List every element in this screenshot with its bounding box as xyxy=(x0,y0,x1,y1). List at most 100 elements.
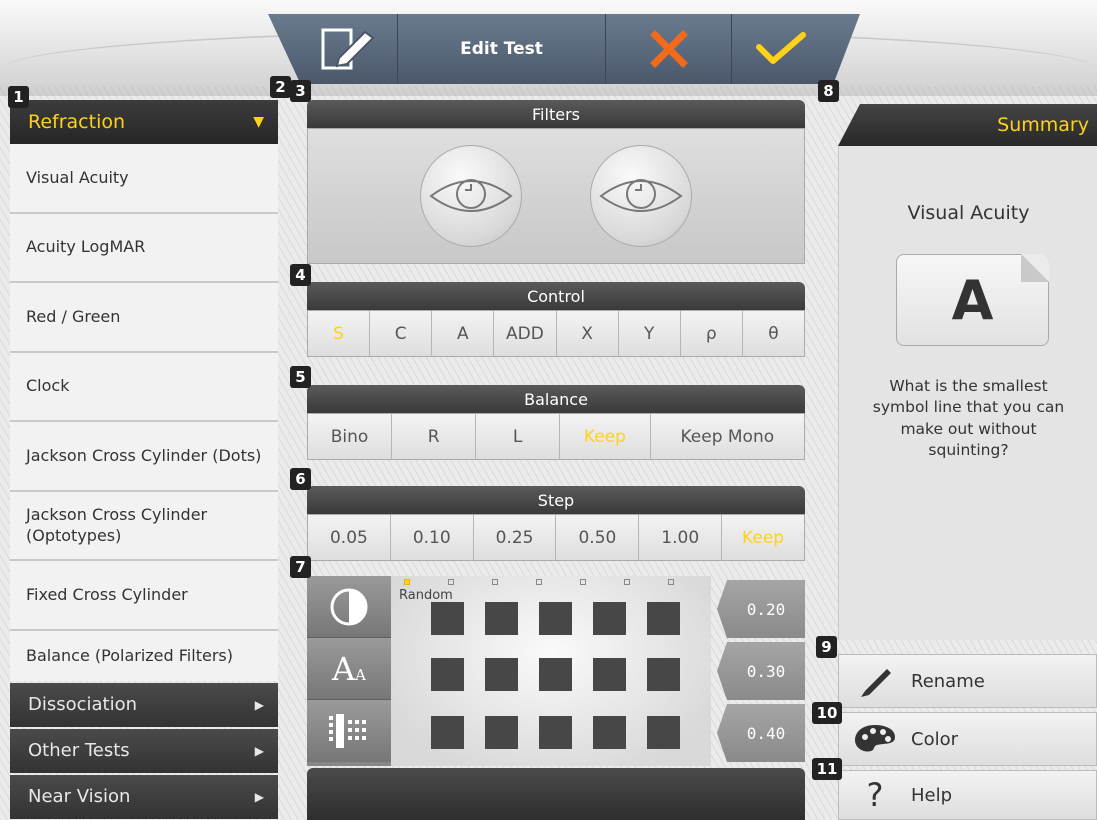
color-label: Color xyxy=(911,728,958,750)
close-x-icon xyxy=(649,30,688,68)
menu-item-acuity-logmar[interactable]: Acuity LogMAR xyxy=(10,213,278,283)
step-keep-button[interactable]: Keep xyxy=(722,515,804,560)
balance-button-row: Bino R L Keep Keep Mono xyxy=(307,413,805,460)
control-theta-button[interactable]: θ xyxy=(742,311,804,356)
page-fold-icon xyxy=(1021,254,1049,282)
control-x-button[interactable]: X xyxy=(556,311,619,356)
cancel-button[interactable] xyxy=(606,14,732,84)
page-dot[interactable] xyxy=(404,579,410,585)
badge-11: 11 xyxy=(812,758,842,780)
page-dot[interactable] xyxy=(536,579,542,585)
summary-symbol: A xyxy=(951,268,994,332)
random-label: Random xyxy=(399,588,453,603)
triangle-down-icon: ▼ xyxy=(253,114,264,130)
control-s-button[interactable]: S xyxy=(308,311,371,356)
help-label: Help xyxy=(911,784,953,806)
palette-icon xyxy=(839,723,911,755)
badge-10: 10 xyxy=(812,702,842,724)
control-a-button[interactable]: A xyxy=(432,311,495,356)
step-0-10-button[interactable]: 0.10 xyxy=(390,515,474,560)
summary-symbol-card: A xyxy=(896,254,1049,346)
font-size-button[interactable]: AA xyxy=(307,638,391,700)
grid-pattern-icon xyxy=(329,714,366,748)
control-add-button[interactable]: ADD xyxy=(494,311,557,356)
color-button[interactable]: Color xyxy=(838,712,1097,766)
badge-1: 1 xyxy=(8,86,29,108)
page-dot[interactable] xyxy=(624,579,630,585)
font-size-icon: AA xyxy=(332,649,366,688)
menu-header-refraction[interactable]: Refraction ▼ xyxy=(10,100,278,144)
optotype-square xyxy=(539,602,572,635)
step-1-00-button[interactable]: 1.00 xyxy=(639,515,723,560)
balance-keep-button[interactable]: Keep xyxy=(560,414,651,459)
badge-8: 8 xyxy=(818,80,839,102)
filters-panel: Filters xyxy=(307,100,805,264)
control-button-row: S C A ADD X Y ρ θ xyxy=(307,310,805,357)
step-0-50-button[interactable]: 0.50 xyxy=(556,515,640,560)
acuity-value-tag[interactable]: 0.20 xyxy=(717,580,805,638)
menu-item-red-green[interactable]: Red / Green xyxy=(10,283,278,353)
question-mark-icon: ? xyxy=(866,776,884,814)
filter-right-eye-button[interactable] xyxy=(420,145,522,247)
balance-r-button[interactable]: R xyxy=(392,414,477,459)
control-c-button[interactable]: C xyxy=(370,311,433,356)
balance-bino-button[interactable]: Bino xyxy=(308,414,393,459)
category-label: Other Tests xyxy=(28,740,130,761)
step-0-05-button[interactable]: 0.05 xyxy=(308,515,391,560)
triangle-right-icon: ▶ xyxy=(254,743,264,758)
triangle-right-icon: ▶ xyxy=(254,789,264,804)
filters-body xyxy=(307,128,805,264)
menu-item-balance-polarized[interactable]: Balance (Polarized Filters) xyxy=(10,630,278,681)
optotype-square xyxy=(431,602,464,635)
menu-category-other-tests[interactable]: Other Tests ▶ xyxy=(10,728,278,773)
rename-button[interactable]: Rename xyxy=(838,654,1097,708)
badge-7: 7 xyxy=(290,556,311,578)
filter-left-eye-button[interactable] xyxy=(590,145,692,247)
badge-3: 3 xyxy=(290,80,311,102)
menu-category-dissociation[interactable]: Dissociation ▶ xyxy=(10,682,278,727)
menu-item-clock[interactable]: Clock xyxy=(10,352,278,422)
page-dot[interactable] xyxy=(448,579,454,585)
test-category-menu: Refraction ▼ Visual Acuity Acuity LogMAR… xyxy=(10,100,278,820)
balance-l-button[interactable]: L xyxy=(476,414,561,459)
contrast-icon xyxy=(330,588,368,625)
contrast-button[interactable] xyxy=(307,576,391,638)
acuity-value-tag[interactable]: 0.40 xyxy=(717,704,805,762)
eye-icon xyxy=(429,179,513,212)
optotype-square xyxy=(593,716,626,749)
checkmark-icon xyxy=(756,32,806,64)
menu-item-jcc-dots[interactable]: Jackson Cross Cylinder (Dots) xyxy=(10,422,278,492)
grid-pattern-button[interactable] xyxy=(307,700,391,762)
menu-item-fixed-cross-cylinder[interactable]: Fixed Cross Cylinder xyxy=(10,561,278,631)
optotype-square xyxy=(647,716,680,749)
menu-item-jcc-optotypes[interactable]: Jackson Cross Cylinder (Optotypes) xyxy=(10,491,278,561)
pencil-icon xyxy=(839,663,911,699)
page-dot[interactable] xyxy=(580,579,586,585)
page-dot[interactable] xyxy=(668,579,674,585)
optotype-square xyxy=(647,658,680,691)
acuity-value-tag[interactable]: 0.30 xyxy=(717,642,805,700)
badge-5: 5 xyxy=(290,366,311,388)
menu-category-near-vision[interactable]: Near Vision ▶ xyxy=(10,774,278,819)
filters-title: Filters xyxy=(307,100,805,128)
optotype-square xyxy=(647,602,680,635)
optotype-square xyxy=(431,658,464,691)
category-label: Near Vision xyxy=(28,786,131,807)
help-button[interactable]: ? Help xyxy=(838,770,1097,820)
control-y-button[interactable]: Y xyxy=(618,311,681,356)
badge-2: 2 xyxy=(270,76,291,98)
optotype-square xyxy=(593,658,626,691)
menu-item-visual-acuity[interactable]: Visual Acuity xyxy=(10,144,278,214)
control-rho-button[interactable]: ρ xyxy=(680,311,743,356)
optotype-square xyxy=(485,602,518,635)
menu-header-label: Refraction xyxy=(28,111,126,133)
step-title: Step xyxy=(307,486,805,514)
optotype-grid[interactable]: Random xyxy=(391,576,711,766)
summary-test-title: Visual Acuity xyxy=(907,202,1030,224)
step-button-row: 0.05 0.10 0.25 0.50 1.00 Keep xyxy=(307,514,805,561)
balance-keep-mono-button[interactable]: Keep Mono xyxy=(650,414,804,459)
page-dot[interactable] xyxy=(492,579,498,585)
badge-6: 6 xyxy=(290,468,311,490)
step-0-25-button[interactable]: 0.25 xyxy=(473,515,557,560)
page-title: Edit Test xyxy=(398,14,606,84)
